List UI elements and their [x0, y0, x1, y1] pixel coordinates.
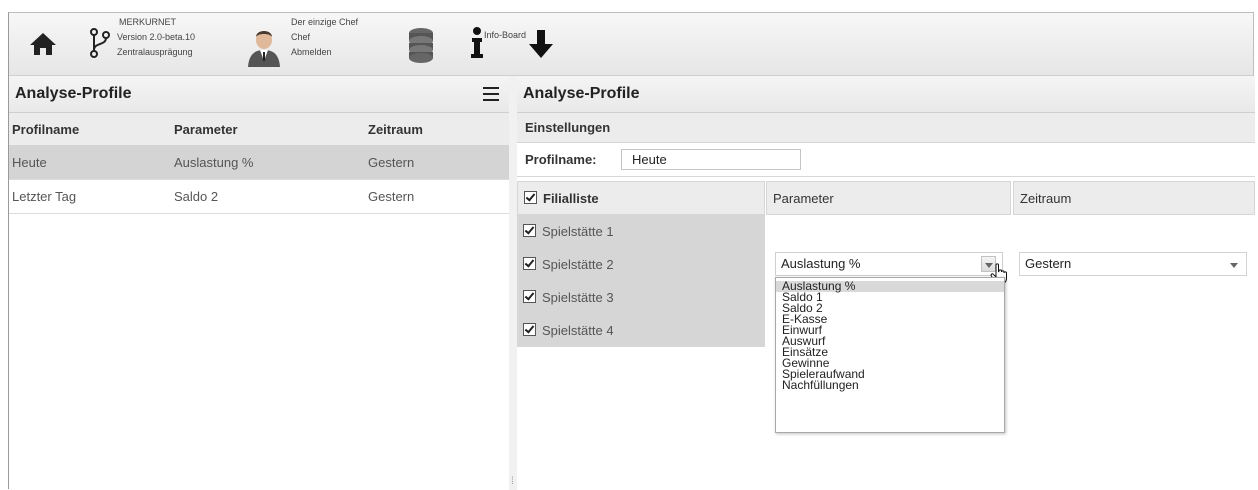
cell-profilname: Letzter Tag — [9, 179, 171, 214]
database-icon[interactable] — [407, 27, 435, 63]
cell-zeitraum: Gestern — [365, 145, 509, 180]
app-window: MERKURNET Version 2.0-beta.10 Zentralaus… — [8, 12, 1255, 490]
user-name: Der einzige Chef — [291, 17, 359, 27]
menu-icon[interactable] — [483, 87, 499, 101]
profile-name-row: Profilname: Heute — [517, 143, 1255, 177]
profile-list-panel: Analyse-Profile Profilname Parameter Zei… — [9, 76, 510, 490]
settings-header: Einstellungen — [517, 113, 1255, 143]
parameter-column: Parameter — [766, 181, 1011, 215]
branch-label: Spielstätte 1 — [542, 224, 614, 239]
column-header-parameter[interactable]: Parameter — [171, 113, 365, 146]
app-name: MERKURNET — [119, 17, 177, 27]
dropdown-option[interactable]: Nachfüllungen — [776, 379, 1004, 391]
branch-list-header-label: Filialliste — [543, 191, 599, 206]
cell-parameter: Auslastung % — [171, 145, 365, 180]
info-icon[interactable] — [471, 27, 483, 59]
checkbox-icon[interactable] — [523, 290, 536, 303]
top-toolbar: MERKURNET Version 2.0-beta.10 Zentralaus… — [9, 13, 1253, 76]
version-branch-icon — [89, 27, 111, 59]
table-row[interactable]: Letzter Tag Saldo 2 Gestern — [9, 179, 509, 214]
panel-title: Analyse-Profile — [15, 85, 132, 102]
list-item[interactable]: Spielstätte 3 — [517, 281, 765, 314]
cell-profilname: Heute — [9, 145, 171, 180]
column-header-zeitraum[interactable]: Zeitraum — [365, 113, 509, 146]
user-role: Chef — [291, 32, 311, 42]
checkbox-icon[interactable] — [523, 224, 536, 237]
list-item[interactable]: Spielstätte 4 — [517, 314, 765, 347]
list-item[interactable]: Spielstätte 1 — [517, 215, 765, 248]
branch-list-header[interactable]: Filialliste — [517, 181, 765, 215]
branch-label: Spielstätte 3 — [542, 290, 614, 305]
cell-zeitraum: Gestern — [365, 179, 509, 214]
period-header: Zeitraum — [1013, 181, 1255, 215]
parameter-select[interactable]: Auslastung % — [775, 252, 1003, 276]
logout-link[interactable]: Abmelden — [291, 45, 358, 60]
profile-table: Profilname Parameter Zeitraum Heute Ausl… — [9, 113, 509, 214]
list-item[interactable]: Spielstätte 2 — [517, 248, 765, 281]
profile-name-input[interactable]: Heute — [621, 149, 801, 170]
table-header-row: Profilname Parameter Zeitraum — [9, 113, 509, 146]
checkbox-icon[interactable] — [524, 191, 537, 204]
detail-title-bar: Analyse-Profile — [517, 76, 1255, 113]
home-icon[interactable] — [29, 31, 57, 57]
checkbox-icon[interactable] — [523, 257, 536, 270]
parameter-selected-value: Auslastung % — [781, 256, 861, 271]
arrow-down-icon[interactable] — [527, 29, 555, 59]
parameter-header: Parameter — [766, 181, 1011, 215]
dropdown-arrow-icon[interactable] — [1227, 257, 1242, 273]
panel-title: Analyse-Profile — [523, 85, 640, 102]
branch-list: Filialliste Spielstätte 1 Spielstätte 2 … — [517, 181, 765, 347]
column-header-profilname[interactable]: Profilname — [9, 113, 171, 146]
period-select[interactable]: Gestern — [1019, 252, 1247, 276]
profile-name-label: Profilname: — [525, 152, 597, 167]
parameter-dropdown-list: Auslastung % Saldo 1 Saldo 2 E-Kasse Ein… — [775, 277, 1005, 433]
branch-label: Spielstätte 2 — [542, 257, 614, 272]
version-text: Version 2.0-beta.10 — [117, 32, 196, 42]
period-selected-value: Gestern — [1025, 256, 1072, 271]
table-row[interactable]: Heute Auslastung % Gestern — [9, 145, 509, 180]
avatar[interactable] — [244, 25, 284, 67]
infoboard-link[interactable]: Info-Board — [484, 28, 526, 43]
cell-parameter: Saldo 2 — [171, 179, 365, 214]
period-column: Zeitraum — [1013, 181, 1255, 215]
branch-label: Spielstätte 4 — [542, 323, 614, 338]
profile-detail-panel: Analyse-Profile Einstellungen Profilname… — [517, 76, 1255, 490]
edition-text: Zentralausprägung — [117, 47, 193, 57]
checkbox-icon[interactable] — [523, 323, 536, 336]
